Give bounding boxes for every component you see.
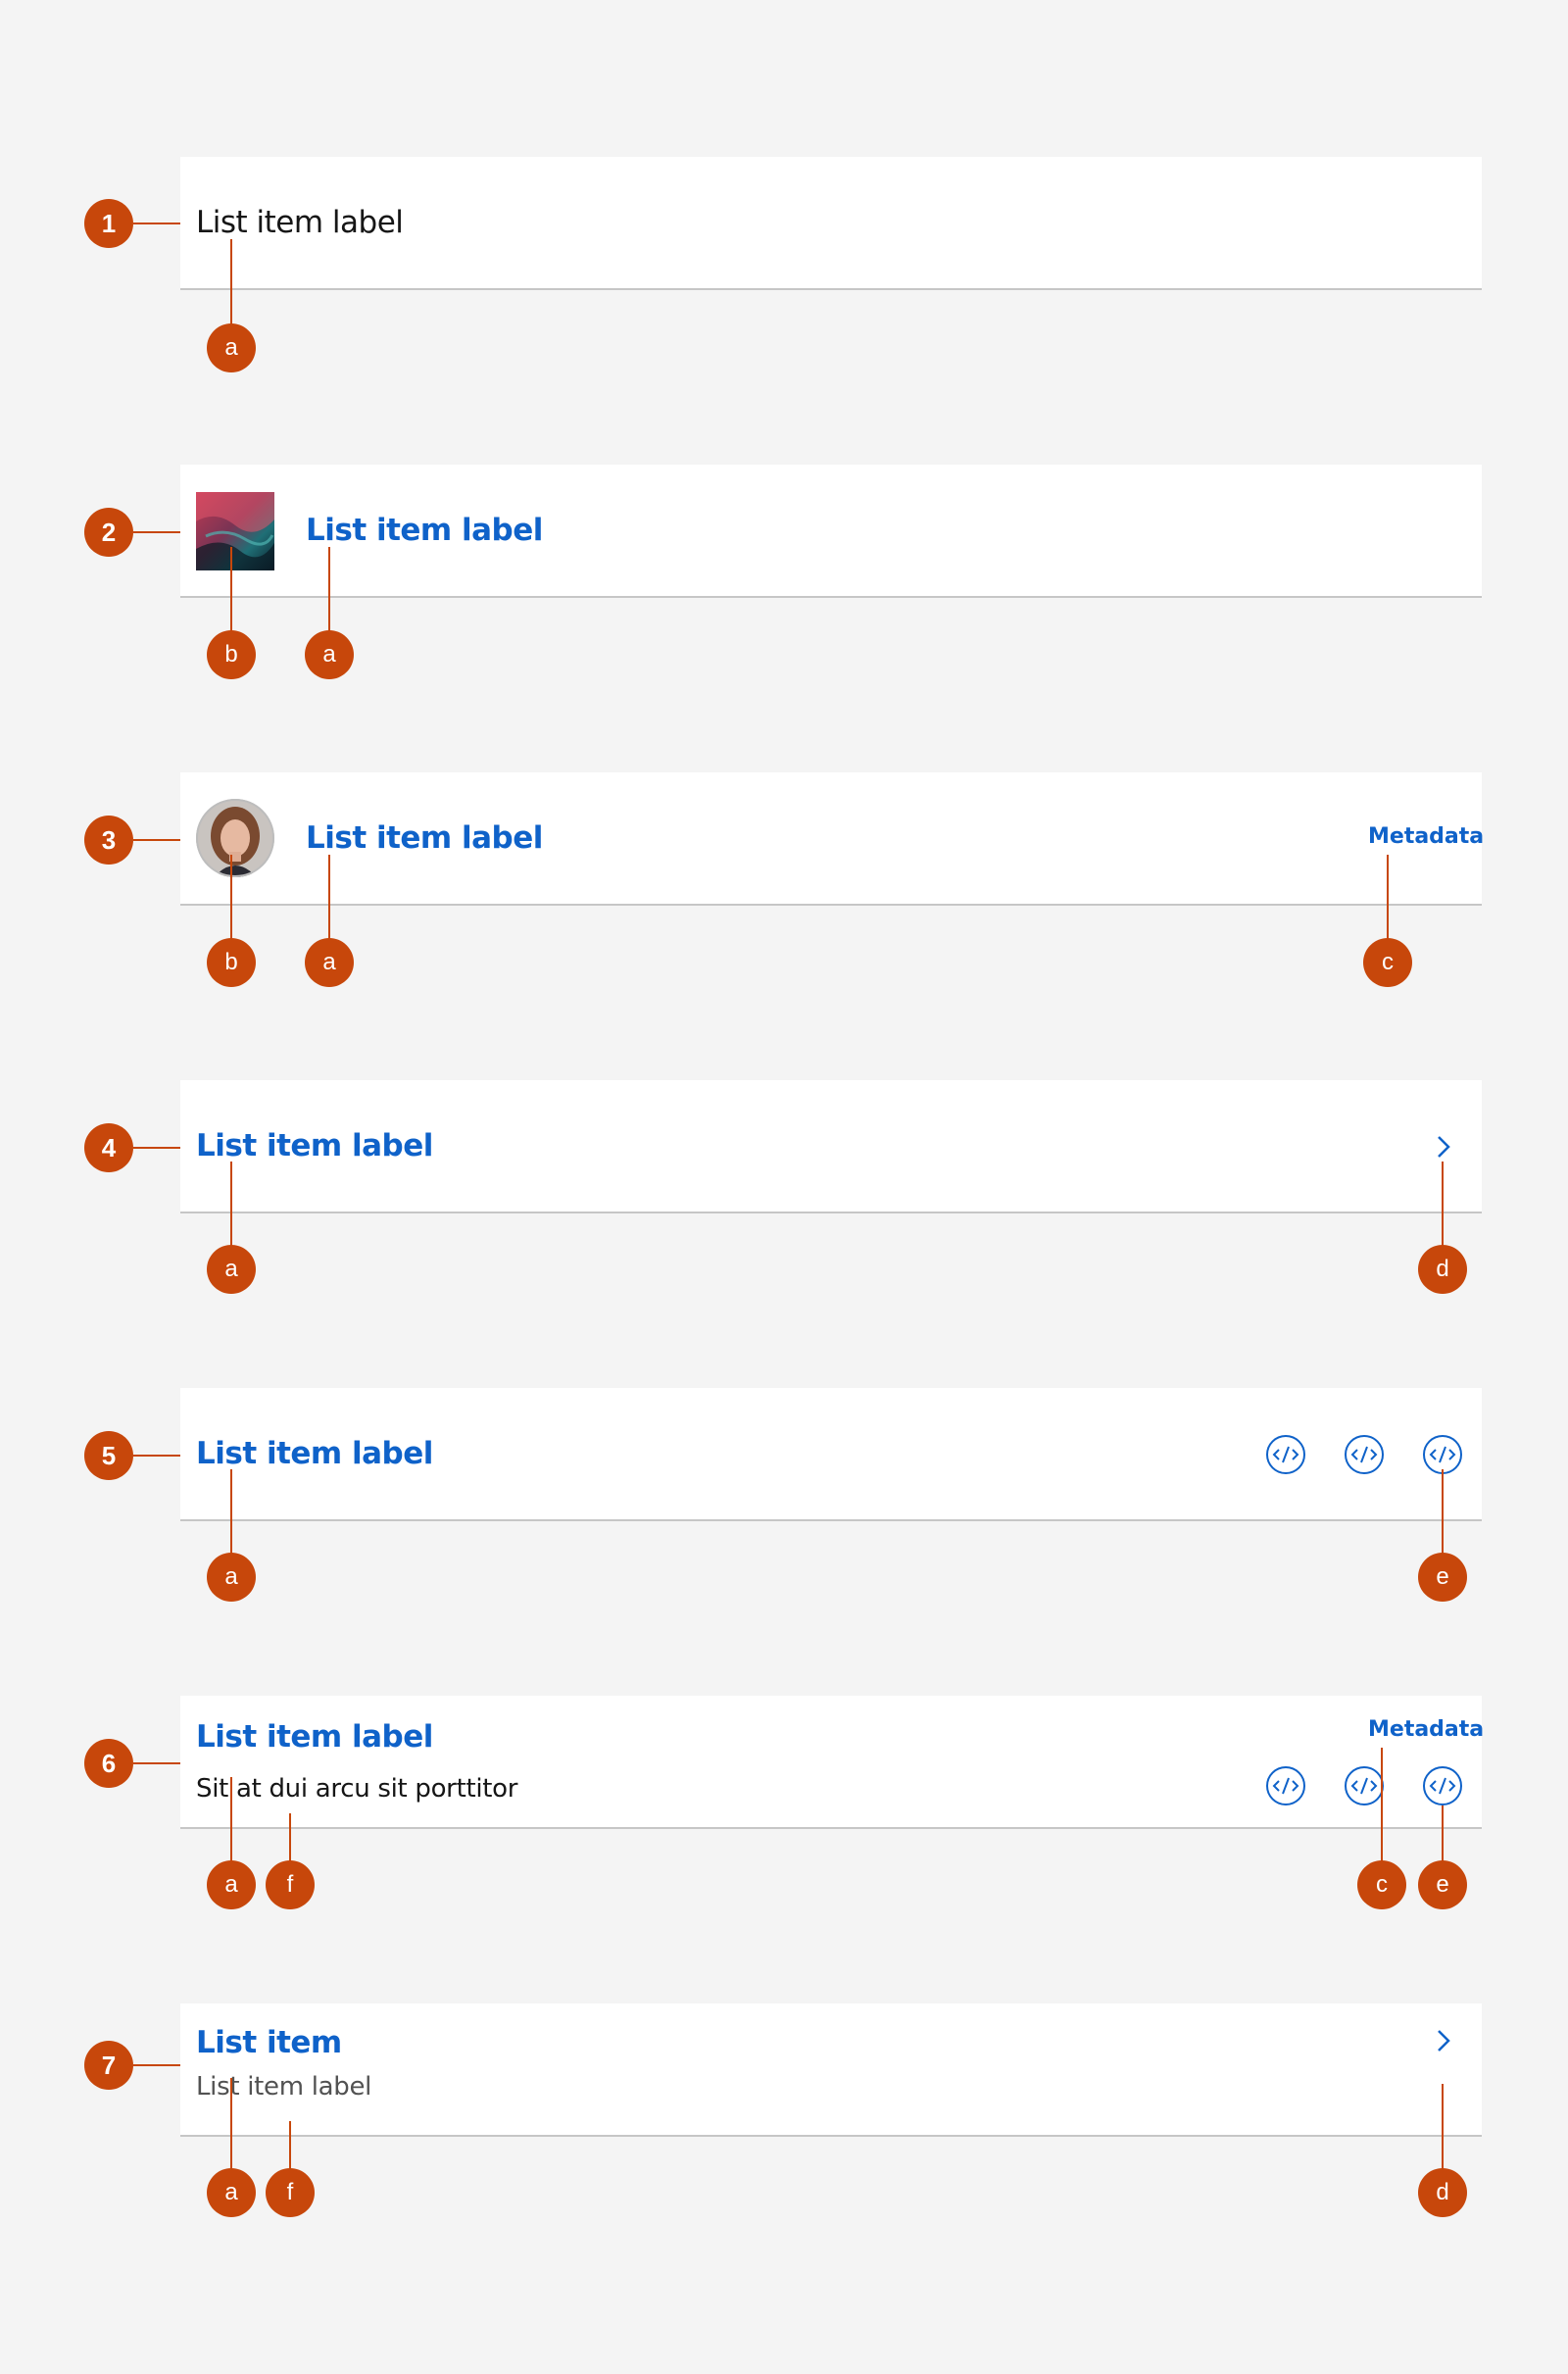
code-icon[interactable] (1344, 1765, 1385, 1806)
callout-leader (230, 547, 232, 635)
callout-b: b (207, 630, 256, 679)
callout-number-4: 4 (84, 1123, 133, 1172)
list-item-label: List item label (196, 1436, 433, 1471)
list-item-3[interactable]: List item label Metadata (180, 772, 1485, 906)
callout-leader (1381, 1748, 1383, 1865)
callout-c: c (1363, 938, 1412, 987)
chevron-right-icon[interactable] (1429, 1133, 1456, 1161)
callout-number-1: 1 (84, 199, 133, 248)
list-item-5[interactable]: List item label (180, 1388, 1482, 1521)
avatar-image (196, 799, 274, 877)
metadata-text: Metadata (1368, 1717, 1485, 1742)
callout-a: a (207, 1553, 256, 1602)
list-item-label: List item label (196, 1128, 433, 1163)
callout-leader (133, 223, 180, 224)
callout-leader (289, 2121, 291, 2173)
callout-leader (133, 1455, 180, 1457)
list-item-description: List item label (196, 2072, 372, 2102)
callout-leader (230, 239, 232, 328)
list-item-1[interactable]: List item label (180, 157, 1482, 290)
callout-f: f (266, 2168, 315, 2217)
callout-leader (230, 1469, 232, 1558)
list-item-4[interactable]: List item label (180, 1080, 1482, 1213)
callout-a: a (207, 323, 256, 372)
list-item-label: List item label (306, 820, 543, 856)
callout-leader (230, 855, 232, 943)
callout-leader (133, 2064, 180, 2066)
callout-d: d (1418, 1245, 1467, 1294)
callout-a: a (305, 630, 354, 679)
callout-leader (328, 855, 330, 943)
callout-leader (230, 1162, 232, 1250)
callout-b: b (207, 938, 256, 987)
callout-leader (133, 1147, 180, 1149)
callout-c: c (1357, 1860, 1406, 1909)
callout-leader (289, 1813, 291, 1865)
callout-leader (1442, 1469, 1444, 1558)
list-item-6[interactable]: List item label Sit at dui arcu sit port… (180, 1696, 1485, 1829)
callout-leader (230, 1777, 232, 1865)
list-item-7[interactable]: List item List item label (180, 2003, 1482, 2137)
callout-leader (1442, 1162, 1444, 1250)
callout-leader (328, 547, 330, 635)
callout-leader (1442, 1805, 1444, 1865)
callout-a: a (207, 1245, 256, 1294)
code-icon[interactable] (1422, 1765, 1463, 1806)
callout-a: a (207, 2168, 256, 2217)
callout-leader (1442, 2084, 1444, 2173)
callout-leader (133, 839, 180, 841)
list-item-description: Sit at dui arcu sit porttitor (196, 1774, 518, 1804)
callout-leader (133, 531, 180, 533)
callout-leader (133, 1762, 180, 1764)
callout-leader (230, 2078, 232, 2173)
callout-leader (1387, 855, 1389, 943)
list-item-label: List item label (196, 1719, 433, 1755)
list-item-label: List item label (196, 205, 404, 240)
code-icon[interactable] (1344, 1434, 1385, 1475)
thumbnail-image (196, 492, 274, 570)
callout-a: a (305, 938, 354, 987)
callout-f: f (266, 1860, 315, 1909)
callout-number-3: 3 (84, 816, 133, 865)
list-item-label: List item label (306, 513, 543, 548)
callout-e: e (1418, 1553, 1467, 1602)
callout-e: e (1418, 1860, 1467, 1909)
list-item-2[interactable]: List item label (180, 465, 1482, 598)
chevron-right-icon[interactable] (1429, 2027, 1456, 2054)
callout-a: a (207, 1860, 256, 1909)
code-icon[interactable] (1265, 1765, 1306, 1806)
callout-number-7: 7 (84, 2041, 133, 2090)
metadata-text: Metadata (1368, 824, 1485, 849)
callout-d: d (1418, 2168, 1467, 2217)
callout-number-2: 2 (84, 508, 133, 557)
list-item-label: List item (196, 2025, 342, 2060)
callout-number-5: 5 (84, 1431, 133, 1480)
code-icon[interactable] (1265, 1434, 1306, 1475)
callout-number-6: 6 (84, 1739, 133, 1788)
